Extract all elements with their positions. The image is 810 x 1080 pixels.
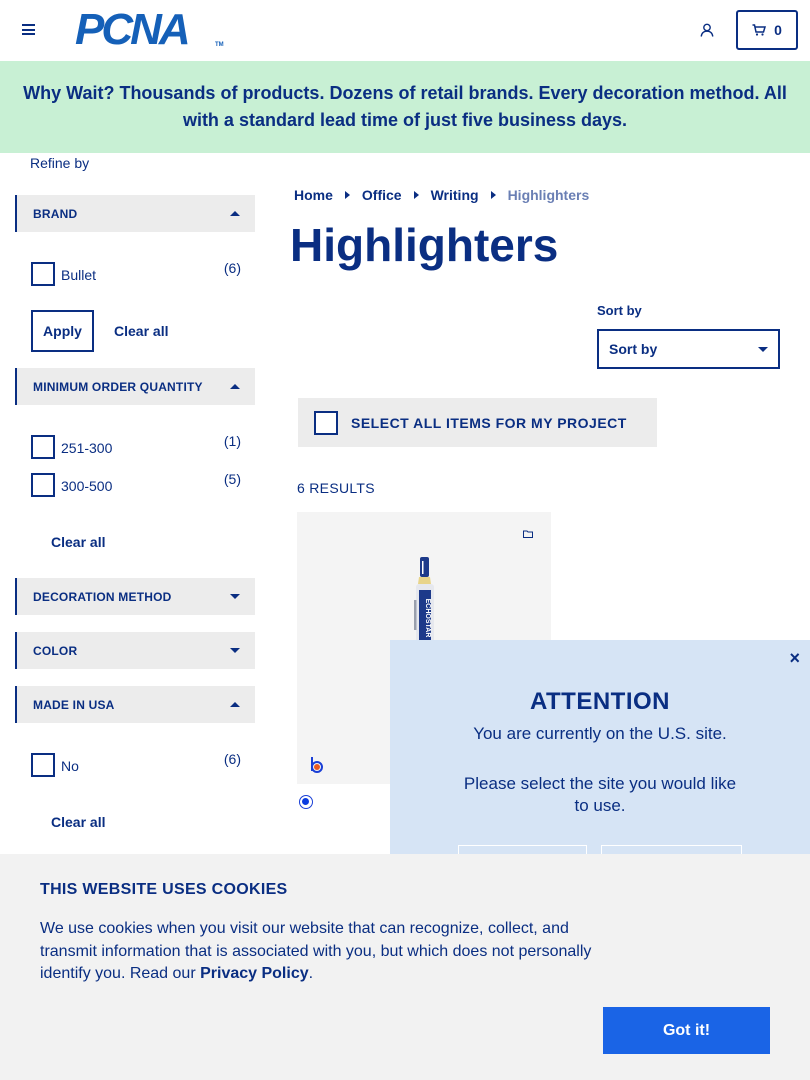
option-count: (6) [223, 751, 241, 767]
cookie-period: . [308, 965, 314, 982]
facet-color-header[interactable]: COLOR [15, 632, 255, 669]
logo-text: PCNA [75, 5, 191, 54]
caret-right-icon [413, 191, 419, 199]
facet-brand-header[interactable]: BRAND [15, 195, 255, 232]
page-title: Highlighters [290, 219, 559, 271]
cookie-text: We use cookies when you visit our websit… [40, 918, 610, 986]
caret-right-icon [490, 191, 496, 199]
pcna-logo[interactable]: PCNA TM [75, 8, 225, 52]
logo-trademark: TM [215, 42, 224, 48]
got-it-button[interactable]: Got it! [603, 1007, 770, 1054]
sort-label: Sort by [597, 303, 642, 318]
caret-down-icon [230, 594, 240, 599]
breadcrumb: Home Office Writing Highlighters [294, 187, 589, 203]
facet-decoration-header[interactable]: DECORATION METHOD [15, 578, 255, 615]
facet-usa-label: MADE IN USA [33, 697, 115, 712]
hamburger-menu-icon[interactable] [22, 24, 35, 35]
product-imprint-text: ECHOSTAR [424, 599, 431, 638]
facet-option-no[interactable]: No (6) [31, 751, 243, 777]
modal-message: You are currently on the U.S. site. [473, 724, 727, 743]
caret-up-icon [230, 384, 240, 389]
clear-all-moq-link[interactable]: Clear all [51, 534, 105, 550]
cookie-body: We use cookies when you visit our websit… [40, 920, 592, 982]
breadcrumb-office[interactable]: Office [362, 187, 402, 203]
option-label: No [61, 758, 79, 774]
apply-button[interactable]: Apply [31, 310, 94, 352]
select-all-checkbox[interactable]: SELECT ALL ITEMS FOR MY PROJECT [298, 398, 657, 447]
cart-button[interactable]: 0 [736, 10, 798, 50]
facet-usa-header[interactable]: MADE IN USA [15, 686, 255, 723]
facet-moq-label: MINIMUM ORDER QUANTITY [33, 379, 203, 394]
checkbox[interactable] [31, 262, 55, 286]
color-swatch-blue[interactable] [299, 795, 313, 809]
promo-banner-text: Why Wait? Thousands of products. Dozens … [23, 83, 787, 130]
close-icon[interactable]: × [789, 649, 800, 667]
option-count: (1) [223, 433, 241, 449]
clear-all-brand-link[interactable]: Clear all [114, 323, 168, 339]
breadcrumb-writing[interactable]: Writing [431, 187, 479, 203]
sort-select[interactable]: Sort by [597, 329, 780, 369]
caret-up-icon [230, 702, 240, 707]
facet-brand-label: BRAND [33, 206, 78, 221]
privacy-policy-link[interactable]: Privacy Policy [200, 965, 309, 982]
site-header: PCNA TM 0 [0, 0, 810, 61]
cookie-title: THIS WEBSITE USES COOKIES [40, 881, 288, 898]
option-label: 300-500 [61, 478, 113, 494]
account-icon[interactable] [700, 23, 714, 37]
breadcrumb-home[interactable]: Home [294, 187, 333, 203]
option-label: Bullet [61, 267, 97, 283]
modal-title: ATTENTION [529, 688, 671, 715]
promo-banner: Why Wait? Thousands of products. Dozens … [0, 61, 810, 153]
site-select-modal: × ATTENTION You are currently on the U.S… [390, 640, 810, 859]
facet-option-251-300[interactable]: 251-300 (1) [31, 433, 243, 459]
option-label: 251-300 [61, 440, 113, 456]
option-count: (6) [223, 260, 241, 276]
select-all-label: SELECT ALL ITEMS FOR MY PROJECT [351, 414, 627, 431]
sort-value: Sort by [609, 341, 658, 357]
caret-down-icon [230, 648, 240, 653]
folder-icon[interactable] [523, 530, 533, 538]
results-count: 6 RESULTS [297, 480, 375, 496]
facet-option-300-500[interactable]: 300-500 (5) [31, 471, 243, 497]
facet-moq-header[interactable]: MINIMUM ORDER QUANTITY [15, 368, 255, 405]
cart-icon [752, 24, 767, 36]
caret-up-icon [230, 211, 240, 216]
checkbox[interactable] [31, 435, 55, 459]
facet-decoration-label: DECORATION METHOD [33, 589, 172, 604]
cookie-banner: THIS WEBSITE USES COOKIES We use cookies… [0, 854, 810, 1080]
refine-by-label: Refine by [30, 155, 90, 171]
modal-question: Please select the site you would like to… [463, 774, 737, 815]
facet-option-bullet[interactable]: Bullet (6) [31, 260, 243, 286]
checkbox[interactable] [31, 473, 55, 497]
breadcrumb-current: Highlighters [507, 187, 590, 203]
cart-count: 0 [774, 22, 782, 38]
checkbox[interactable] [314, 410, 338, 435]
facet-color-label: COLOR [33, 643, 78, 658]
bullet-brand-icon [311, 757, 323, 773]
highlighter-product-image: ECHOSTAR [414, 557, 434, 654]
caret-right-icon [344, 191, 350, 199]
clear-all-usa-link[interactable]: Clear all [51, 814, 105, 830]
option-count: (5) [223, 471, 241, 487]
caret-down-icon [758, 346, 768, 352]
checkbox[interactable] [31, 753, 55, 777]
